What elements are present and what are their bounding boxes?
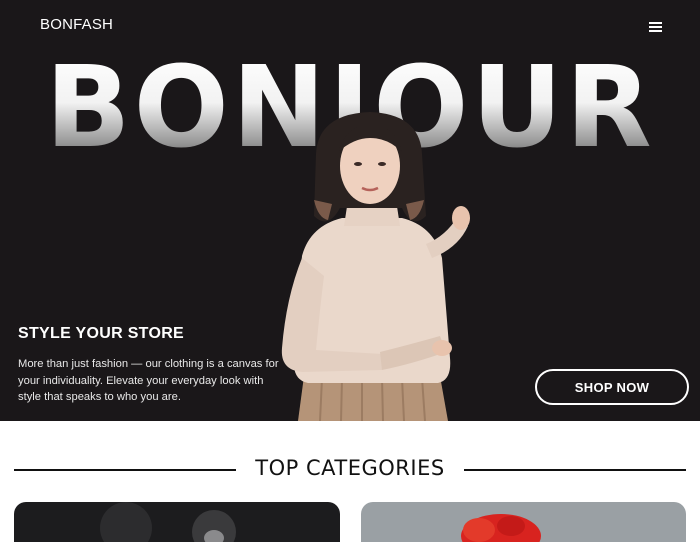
- category-card-1[interactable]: [14, 502, 340, 542]
- category-card-2-image: [461, 514, 541, 542]
- divider-right: [464, 469, 686, 471]
- top-categories-header: TOP CATEGORIES: [0, 448, 700, 488]
- hero-description: More than just fashion — our clothing is…: [18, 358, 279, 403]
- divider-left: [14, 469, 236, 471]
- shop-now-button[interactable]: SHOP NOW: [535, 369, 689, 405]
- section-title: TOP CATEGORIES: [255, 456, 445, 480]
- hero-tagline: STYLE YOUR STORE: [18, 325, 185, 342]
- hero-model-image: [281, 112, 470, 421]
- category-card-2[interactable]: [361, 502, 686, 542]
- hamburger-menu-icon[interactable]: [644, 16, 666, 38]
- brand-logo[interactable]: BONFASH: [40, 16, 113, 33]
- hero-section: BONFASH BONJOUR STYLE YOUR STORE More th…: [0, 0, 700, 421]
- category-card-1-image: [100, 502, 236, 542]
